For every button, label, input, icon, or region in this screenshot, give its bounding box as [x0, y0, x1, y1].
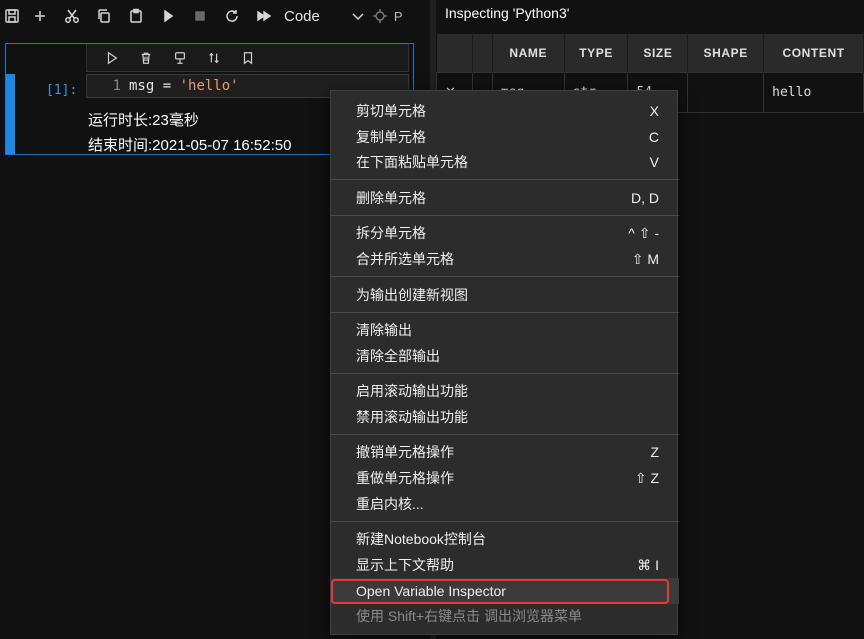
cell-prompt: [1]: [46, 83, 78, 98]
copy-icon[interactable] [88, 0, 120, 32]
menu-item-label: 在下面粘贴单元格 [356, 154, 468, 170]
cut-icon[interactable] [56, 0, 88, 32]
notebook-toolbar: Code P [0, 0, 430, 32]
chevron-down-icon [350, 0, 366, 32]
run-cell-icon[interactable] [101, 47, 123, 69]
column-header-size[interactable]: SIZE [627, 34, 689, 72]
menu-item-undo-cell-operation[interactable]: 撤销单元格操作 Z [331, 439, 679, 465]
output-runtime: 运行时长:23毫秒 [88, 112, 199, 129]
menu-item-merge-cells[interactable]: 合并所选单元格 ⇧ M [331, 246, 679, 272]
menu-item-shortcut: Z [650, 444, 659, 460]
menu-item-restart-kernel[interactable]: 重启内核... [331, 491, 679, 517]
run-icon[interactable] [152, 0, 184, 32]
kernel-name-truncated: P [393, 8, 403, 24]
menu-separator [331, 373, 679, 374]
menu-item-shortcut: X [649, 103, 659, 119]
context-menu: 剪切单元格 X 复制单元格 C 在下面粘贴单元格 V 删除单元格 D, D 拆分… [330, 90, 679, 635]
menu-item-label: 复制单元格 [356, 129, 426, 145]
menu-item-cut-cell[interactable]: 剪切单元格 X [331, 98, 679, 124]
menu-item-label: 重启内核... [356, 496, 424, 512]
menu-item-label: 拆分单元格 [356, 225, 426, 241]
menu-item-new-output-view[interactable]: 为输出创建新视图 [331, 282, 679, 308]
cell-type-select[interactable]: Code [284, 0, 366, 32]
menu-separator [331, 179, 679, 180]
cell-type-label: Code [284, 7, 320, 25]
menu-item-label: 禁用滚动输出功能 [356, 409, 468, 425]
code-operator: = [154, 78, 180, 94]
column-header-type[interactable]: TYPE [564, 34, 629, 72]
output-end-time: 结束时间:2021-05-07 16:52:50 [88, 137, 292, 154]
cell-output: 运行时长:23毫秒 结束时间:2021-05-07 16:52:50 [88, 108, 291, 158]
menu-item-label: 清除全部输出 [356, 348, 440, 364]
menu-item-label: 剪切单元格 [356, 103, 426, 119]
cell-collapser[interactable] [6, 74, 15, 154]
code-string: 'hello' [179, 78, 239, 94]
column-header-delete [436, 34, 473, 72]
menu-item-delete-cell[interactable]: 删除单元格 D, D [331, 185, 679, 211]
menu-item-shortcut: V [649, 154, 659, 170]
menu-item-label: 新建Notebook控制台 [356, 531, 486, 547]
menu-item-shortcut: ^ ⇧ - [628, 224, 659, 241]
inspector-title: Inspecting 'Python3' [445, 5, 570, 21]
menu-item-shortcut: ⌘ I [637, 556, 659, 573]
menu-item-shortcut: C [648, 129, 659, 145]
menu-separator [331, 312, 679, 313]
cell-content: hello [763, 71, 864, 113]
menu-item-enable-scrolling[interactable]: 启用滚动输出功能 [331, 378, 679, 404]
menu-item-label: 合并所选单元格 [356, 251, 454, 267]
menu-item-shortcut: D, D [631, 190, 659, 206]
menu-item-clear-output[interactable]: 清除输出 [331, 317, 679, 343]
restart-icon[interactable] [216, 0, 248, 32]
format-cell-icon[interactable] [169, 47, 191, 69]
menu-item-label: 启用滚动输出功能 [356, 383, 468, 399]
cell-toolbar [86, 44, 409, 72]
column-header-name[interactable]: NAME [492, 34, 565, 72]
menu-item-clear-all-outputs[interactable]: 清除全部输出 [331, 343, 679, 369]
menu-item-shortcut: ⇧ Z [634, 469, 659, 486]
menu-item-split-cell[interactable]: 拆分单元格 ^ ⇧ - [331, 220, 679, 246]
add-icon[interactable] [24, 0, 56, 32]
menu-item-label: 显示上下文帮助 [356, 557, 454, 573]
menu-item-shortcut: ⇧ M [631, 250, 659, 267]
kernel-status-icon [366, 0, 394, 32]
column-header-content[interactable]: CONTENT [763, 34, 864, 72]
menu-item-label: 清除输出 [356, 322, 412, 338]
highlight-annotation [331, 579, 669, 604]
menu-item-label: 删除单元格 [356, 190, 426, 206]
stop-icon[interactable] [184, 0, 216, 32]
menu-item-show-context-help[interactable]: 显示上下文帮助 ⌘ I [331, 552, 679, 578]
menu-item-label: 重做单元格操作 [356, 470, 454, 486]
code-variable: msg [129, 78, 155, 94]
menu-item-label: 为输出创建新视图 [356, 287, 468, 303]
menu-item-copy-cell[interactable]: 复制单元格 C [331, 124, 679, 150]
column-header-shape[interactable]: SHAPE [687, 34, 765, 72]
bookmark-icon[interactable] [237, 47, 259, 69]
menu-separator [331, 276, 679, 277]
cell-shape [687, 71, 765, 113]
menu-separator [331, 521, 679, 522]
menu-separator [331, 215, 679, 216]
fast-forward-icon[interactable] [248, 0, 280, 32]
menu-item-new-console[interactable]: 新建Notebook控制台 [331, 526, 679, 552]
menu-item-redo-cell-operation[interactable]: 重做单元格操作 ⇧ Z [331, 465, 679, 491]
menu-item-paste-cell-below[interactable]: 在下面粘贴单元格 V [331, 149, 679, 175]
move-cell-icon[interactable] [203, 47, 225, 69]
table-header-row: NAME TYPE SIZE SHAPE CONTENT [436, 34, 864, 72]
paste-icon[interactable] [120, 0, 152, 32]
menu-item-disable-scrolling[interactable]: 禁用滚动输出功能 [331, 404, 679, 430]
save-icon[interactable] [0, 0, 24, 32]
line-number: 1 [112, 78, 121, 94]
delete-cell-icon[interactable] [135, 47, 157, 69]
menu-item-label: 使用 Shift+右键点击 调出浏览器菜单 [356, 608, 582, 624]
menu-item-browser-menu-hint: 使用 Shift+右键点击 调出浏览器菜单 [331, 603, 679, 629]
menu-separator [331, 434, 679, 435]
menu-item-label: 撤销单元格操作 [356, 444, 454, 460]
column-header-blank [472, 34, 493, 72]
